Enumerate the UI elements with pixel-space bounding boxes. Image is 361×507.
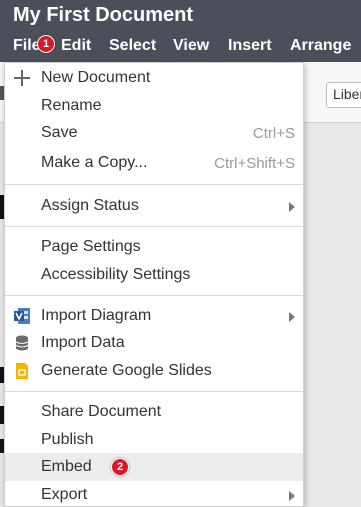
menu-item-rename[interactable]: Rename — [5, 92, 303, 120]
menu-item-label: Import Data — [41, 334, 125, 351]
menu-insert[interactable]: Insert — [228, 37, 272, 55]
menu-item-label: Export — [41, 486, 88, 503]
submenu-arrow-icon — [289, 202, 295, 212]
visio-icon — [14, 308, 30, 324]
menu-item-label: Assign Status — [41, 197, 139, 214]
file-menu-dropdown: New Document Rename Save Ctrl+S Make a C… — [4, 62, 304, 507]
menu-item-make-a-copy[interactable]: Make a Copy... Ctrl+Shift+S — [5, 149, 303, 177]
shortcut-label: Ctrl+Shift+S — [214, 155, 295, 172]
menu-item-label: Rename — [41, 97, 102, 114]
menu-view[interactable]: View — [173, 37, 209, 55]
shortcut-label: Ctrl+S — [252, 125, 295, 142]
menu-item-new-document[interactable]: New Document — [5, 64, 303, 92]
menu-item-label: Embed — [41, 458, 92, 475]
document-title[interactable]: My First Document — [13, 4, 193, 27]
menu-item-import-diagram[interactable]: Import Diagram — [5, 302, 303, 330]
menu-item-page-settings[interactable]: Page Settings — [5, 233, 303, 261]
menu-item-label: Publish — [41, 431, 94, 448]
menu-separator — [5, 295, 303, 296]
menu-separator — [5, 391, 303, 392]
step-marker-2: 2 — [111, 458, 129, 476]
database-icon — [15, 335, 29, 351]
menu-item-import-data[interactable]: Import Data — [5, 329, 303, 357]
menu-item-label: Share Document — [41, 403, 162, 420]
menu-arrange[interactable]: Arrange — [290, 37, 351, 55]
menu-item-accessibility-settings[interactable]: Accessibility Settings — [5, 261, 303, 289]
menu-item-label: Page Settings — [41, 238, 141, 255]
menu-item-label: New Document — [41, 69, 151, 86]
menu-item-label: Accessibility Settings — [41, 266, 191, 283]
menu-item-export[interactable]: Export — [5, 481, 303, 507]
menu-item-generate-google-slides[interactable]: Generate Google Slides — [5, 357, 303, 385]
submenu-arrow-icon — [289, 491, 295, 501]
menu-item-label: Import Diagram — [41, 307, 152, 324]
step-marker-1: 1 — [37, 35, 55, 53]
title-bar: My First Document — [0, 0, 361, 31]
menu-item-publish[interactable]: Publish — [5, 426, 303, 454]
plus-icon — [14, 70, 30, 86]
menu-edit[interactable]: Edit — [61, 37, 91, 55]
submenu-arrow-icon — [289, 312, 295, 322]
menu-item-assign-status[interactable]: Assign Status — [5, 192, 303, 220]
menu-item-embed[interactable]: Embed 2 — [5, 453, 303, 481]
menu-item-label: Generate Google Slides — [41, 362, 212, 379]
google-slides-icon — [16, 363, 28, 379]
menu-item-label: Save — [41, 124, 78, 141]
menu-item-share-document[interactable]: Share Document — [5, 398, 303, 426]
font-family-select[interactable]: Liberation — [326, 82, 361, 108]
menu-item-label: Make a Copy... — [41, 154, 148, 171]
menu-separator — [5, 184, 303, 185]
menu-select[interactable]: Select — [109, 37, 156, 55]
menu-separator — [5, 226, 303, 227]
menu-item-save[interactable]: Save Ctrl+S — [5, 119, 303, 147]
